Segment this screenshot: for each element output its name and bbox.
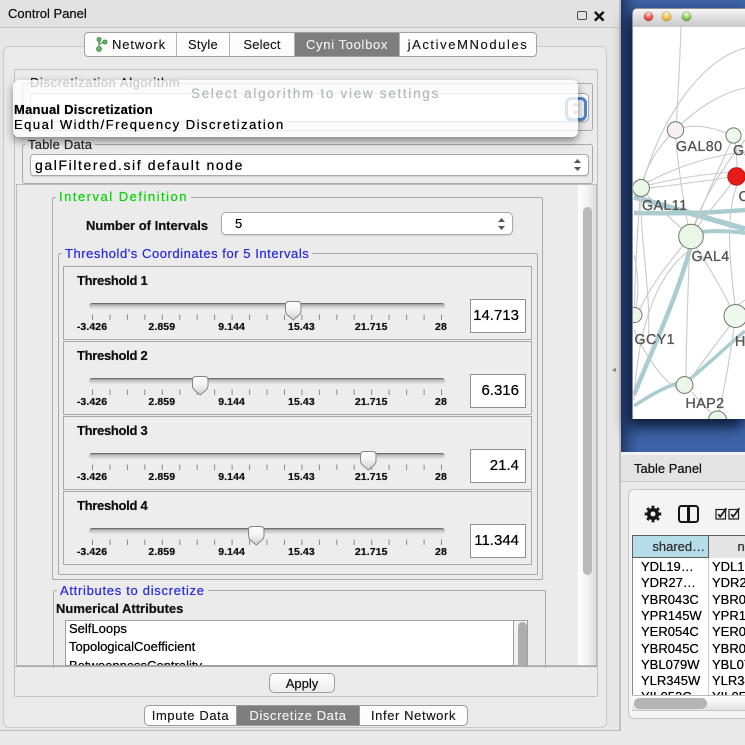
- svg-text:C: C: [739, 189, 745, 205]
- svg-text:H: H: [735, 334, 745, 350]
- svg-text:GAL80: GAL80: [676, 139, 723, 155]
- svg-text:GA: GA: [733, 143, 745, 159]
- svg-text:GAL11: GAL11: [642, 198, 687, 214]
- svg-text:GAL4: GAL4: [692, 249, 730, 265]
- svg-text:GCY1: GCY1: [635, 332, 676, 348]
- svg-text:HAP2: HAP2: [686, 396, 725, 412]
